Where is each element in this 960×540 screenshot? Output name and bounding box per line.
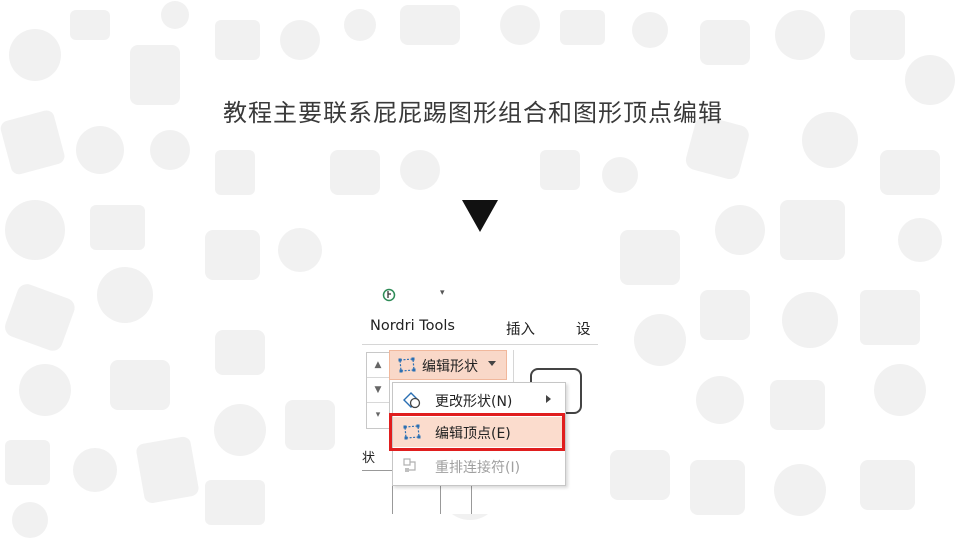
chevron-down-icon bbox=[488, 361, 496, 366]
slide-thumbnail-edge bbox=[362, 470, 393, 514]
customize-toolbar-caret[interactable]: ▾ bbox=[440, 288, 445, 298]
ribbon-tabs: Nordri Tools 插入 设 bbox=[362, 318, 598, 340]
submenu-arrow-icon bbox=[546, 395, 551, 403]
slide-thumbnail-edge-2 bbox=[440, 482, 472, 514]
menu-item-change-shape[interactable]: 更改形状(N) bbox=[393, 385, 565, 415]
ribbon-screenshot: ▾ Nordri Tools 插入 设 ▲ ▼ ▾ 编辑形状 状 更改形状(N)… bbox=[362, 282, 598, 514]
edit-points-icon bbox=[398, 357, 416, 373]
ribbon-divider bbox=[362, 344, 598, 345]
touch-mode-icon[interactable] bbox=[382, 288, 396, 302]
menu-item-label: 更改形状(N) bbox=[435, 394, 513, 410]
shape-group-label: 状 bbox=[362, 451, 376, 466]
tab-nordri-tools[interactable]: Nordri Tools bbox=[370, 318, 455, 334]
reroute-connectors-icon bbox=[403, 458, 416, 472]
gallery-expand-button[interactable]: ▾ bbox=[367, 403, 389, 427]
change-shape-icon bbox=[403, 392, 421, 409]
menu-item-reroute-connectors: 重排连接符(I) bbox=[393, 451, 565, 481]
down-pointer-triangle-icon bbox=[462, 200, 498, 232]
gallery-scroll-down-button[interactable]: ▼ bbox=[367, 378, 389, 403]
tab-design[interactable]: 设 bbox=[576, 318, 591, 339]
edit-shape-label: 编辑形状 bbox=[422, 359, 478, 375]
edit-shape-button[interactable]: 编辑形状 bbox=[389, 350, 507, 380]
page-title: 教程主要联系屁屁踢图形组合和图形顶点编辑 bbox=[223, 99, 723, 127]
menu-item-label: 重排连接符(I) bbox=[435, 460, 521, 476]
gallery-scroll-up-button[interactable]: ▲ bbox=[367, 353, 389, 378]
tab-insert[interactable]: 插入 bbox=[506, 318, 535, 339]
shape-gallery-scroll: ▲ ▼ ▾ bbox=[366, 352, 390, 429]
highlight-annotation-box bbox=[389, 413, 565, 451]
